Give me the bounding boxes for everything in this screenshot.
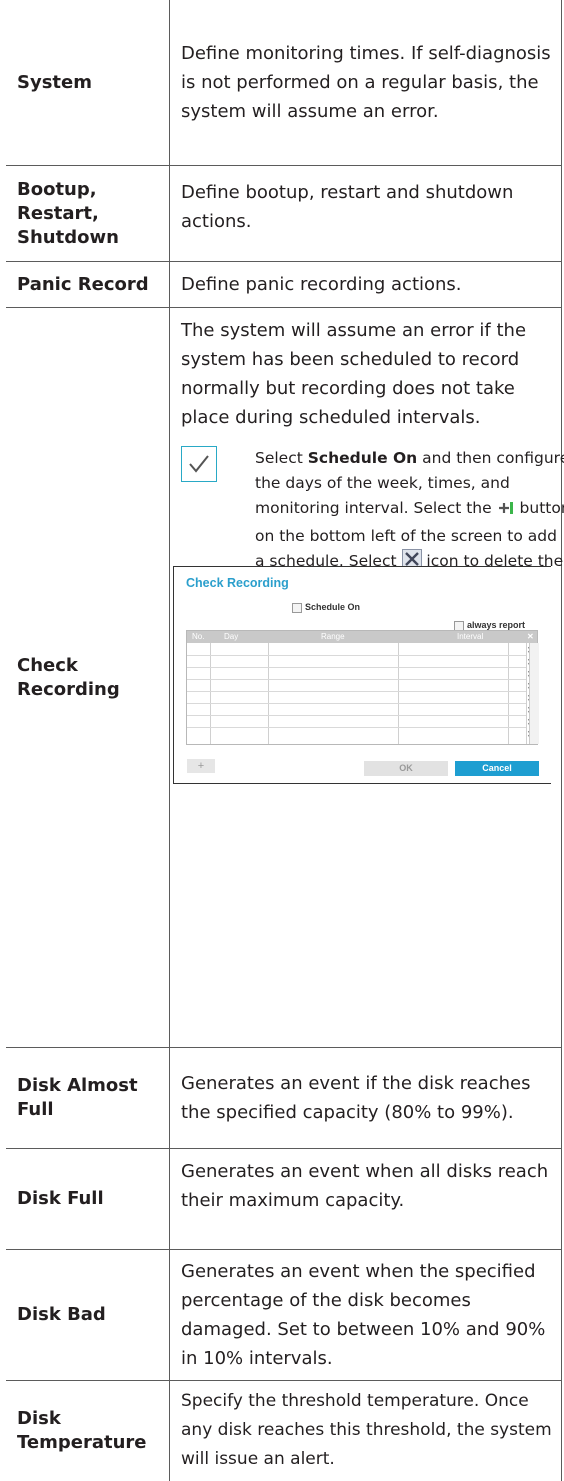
ok-button[interactable]: OK (364, 761, 448, 776)
row-description: Generates an event when all disks reach … (169, 1149, 562, 1249)
table-row-check-recording: Check Recording The system will assume a… (6, 308, 564, 1048)
row-description: Specify the threshold temperature. Once … (169, 1381, 562, 1481)
grid-divider (508, 643, 509, 744)
column-day: Day (224, 632, 239, 641)
grid-row-line (187, 679, 526, 680)
grid-row-line (187, 667, 526, 668)
row-description-text: Define panic recording actions. (181, 274, 462, 295)
row-label: Disk Bad (17, 1304, 106, 1325)
dialog-title: Check Recording (186, 576, 289, 590)
row-description-text: The system will assume an error if the s… (181, 320, 527, 428)
checkbox-box[interactable] (292, 602, 302, 613)
row-description-text: Define monitoring times. If self-diagnos… (181, 43, 551, 122)
row-label: Panic Record (17, 273, 149, 295)
grid-scrollbar[interactable] (529, 643, 539, 744)
row-label-text: Disk Temperature (17, 1408, 147, 1453)
settings-table: System Define monitoring times. If self-… (6, 0, 564, 1481)
table-row-panic-record: Panic Record Define panic recording acti… (6, 262, 562, 308)
row-label: Disk Full (17, 1188, 104, 1209)
row-description: Define panic recording actions. (169, 262, 562, 307)
row-description: Generates an event when the specified pe… (169, 1250, 562, 1380)
grid-row-line (187, 691, 526, 692)
add-schedule-icon (497, 499, 515, 524)
grid-row-line (187, 727, 526, 728)
grid-header: No. Day Range Interval ✕ (187, 631, 537, 643)
row-label: Disk Almost Full (6, 1048, 169, 1148)
grid-row-line (187, 715, 526, 716)
add-schedule-button[interactable]: + (187, 759, 215, 773)
column-range: Range (321, 632, 345, 641)
schedule-on-label: Schedule On (305, 602, 361, 612)
row-label: Disk Temperature (6, 1381, 169, 1481)
row-description-text: Generates an event when the specified pe… (181, 1261, 546, 1369)
row-description: Generates an event if the disk reaches t… (169, 1048, 562, 1148)
check-icon (181, 446, 217, 482)
table-row-disk-almost-full: Disk Almost Full Generates an event if t… (6, 1048, 562, 1149)
grid-row-line (187, 655, 526, 656)
row-description-text: Generates an event when all disks reach … (181, 1161, 549, 1211)
row-label-text: Disk Almost Full (17, 1075, 138, 1120)
row-description-text: Specify the threshold temperature. Once … (181, 1391, 552, 1469)
note-bold: Schedule On (307, 449, 418, 467)
table-row-disk-temperature: Disk Temperature Specify the threshold t… (6, 1381, 562, 1481)
row-description: Define monitoring times. If self-diagnos… (169, 0, 562, 165)
row-description-text: Generates an event if the disk reaches t… (181, 1073, 531, 1123)
grid-row-line (187, 703, 526, 704)
table-row-disk-full: Disk Full Generates an event when all di… (6, 1149, 562, 1250)
note-text-1: Select (255, 449, 308, 467)
column-interval: Interval (457, 632, 484, 641)
row-description: Define bootup, restart and shutdown acti… (169, 166, 562, 261)
row-label: System (17, 71, 92, 93)
schedule-on-checkbox[interactable]: Schedule On (292, 593, 360, 622)
check-recording-dialog: Check Recording Schedule On always repor… (173, 566, 551, 784)
checkbox-box[interactable] (454, 620, 464, 631)
grid-divider (398, 643, 399, 744)
row-label: Bootup, Restart, Shutdown (6, 166, 169, 261)
grid-divider (268, 643, 269, 744)
column-no: No. (192, 632, 205, 641)
table-row-system: System Define monitoring times. If self-… (6, 0, 562, 166)
grid-divider (210, 643, 211, 744)
row-label-text: Check Recording (17, 654, 120, 700)
row-label: Check Recording (6, 308, 169, 1047)
row-description-text: Define bootup, restart and shutdown acti… (181, 182, 514, 232)
row-label-text: Bootup, Restart, Shutdown (17, 178, 119, 248)
table-row-bootup: Bootup, Restart, Shutdown Define bootup,… (6, 166, 562, 262)
row-description: The system will assume an error if the s… (169, 308, 564, 1047)
table-row-disk-bad: Disk Bad Generates an event when the spe… (6, 1250, 562, 1381)
schedule-grid: No. Day Range Interval ✕ (186, 630, 538, 745)
cancel-button[interactable]: Cancel (455, 761, 539, 776)
header-delete-icon: ✕ (527, 632, 534, 641)
